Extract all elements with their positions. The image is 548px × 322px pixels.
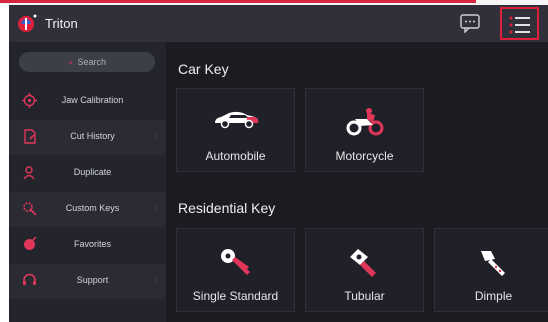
user-key-icon — [23, 166, 35, 180]
search-label: Search — [77, 57, 107, 67]
tubular-key-icon — [349, 249, 376, 277]
section-title-car-key: Car Key — [178, 61, 229, 77]
message-icon[interactable] — [459, 13, 481, 33]
menu-list-icon — [509, 16, 530, 34]
sidebar-item-label: Jaw Calibration — [61, 95, 124, 105]
card-dimple[interactable]: Dimple — [434, 228, 548, 312]
card-label: Motorcycle — [335, 149, 394, 163]
heart-icon — [24, 237, 37, 250]
sidebar-item-label: Favorites — [73, 239, 111, 249]
gear-key-icon — [23, 202, 37, 216]
sidebar-item-favorites[interactable]: Favorites — [9, 228, 166, 263]
header-bar: Triton — [9, 5, 548, 42]
sidebar: ⌕ Search Jaw Calibration Cut History › D… — [9, 42, 166, 322]
card-label: Single Standard — [192, 289, 279, 303]
sidebar-item-label: Cut History — [70, 131, 115, 141]
card-single-standard[interactable]: Single Standard — [176, 228, 295, 312]
sidebar-item-jaw-calibration[interactable]: Jaw Calibration — [9, 84, 166, 119]
card-label: Tubular — [344, 289, 385, 303]
sidebar-item-label: Custom Keys — [65, 203, 120, 213]
search-button[interactable]: ⌕ Search — [19, 52, 155, 72]
card-label: Dimple — [474, 289, 513, 303]
car-icon — [214, 111, 258, 129]
chevron-right-icon: › — [154, 130, 158, 142]
sidebar-item-label: Duplicate — [73, 167, 112, 177]
sidebar-item-cut-history[interactable]: Cut History › — [9, 120, 166, 155]
top-accent-bar — [0, 0, 476, 3]
sidebar-item-custom-keys[interactable]: Custom Keys › — [9, 192, 166, 227]
card-automobile[interactable]: Automobile — [176, 88, 295, 172]
sidebar-item-support[interactable]: Support › — [9, 264, 166, 299]
section-title-residential-key: Residential Key — [178, 200, 276, 216]
app-title: Triton — [45, 16, 78, 31]
headset-icon — [23, 273, 36, 285]
search-icon: ⌕ — [67, 57, 73, 67]
card-label: Automobile — [205, 149, 266, 163]
chevron-right-icon: › — [154, 274, 158, 286]
card-tubular[interactable]: Tubular — [305, 228, 424, 312]
app-window: Triton ⌕ Search Jaw Calibration Cut Hist… — [9, 5, 548, 322]
motorcycle-icon — [346, 108, 383, 136]
standard-key-icon — [220, 249, 250, 275]
chevron-right-icon: › — [154, 202, 158, 214]
main-content: Car Key Automobile Motorcycle Residentia… — [166, 42, 548, 322]
triton-logo-icon — [18, 14, 37, 32]
sidebar-item-duplicate[interactable]: Duplicate — [9, 156, 166, 191]
menu-button[interactable] — [500, 7, 539, 40]
sidebar-item-label: Support — [76, 275, 109, 285]
target-icon — [22, 93, 37, 108]
document-icon — [24, 129, 36, 144]
card-motorcycle[interactable]: Motorcycle — [305, 88, 424, 172]
dimple-key-icon — [480, 251, 505, 276]
